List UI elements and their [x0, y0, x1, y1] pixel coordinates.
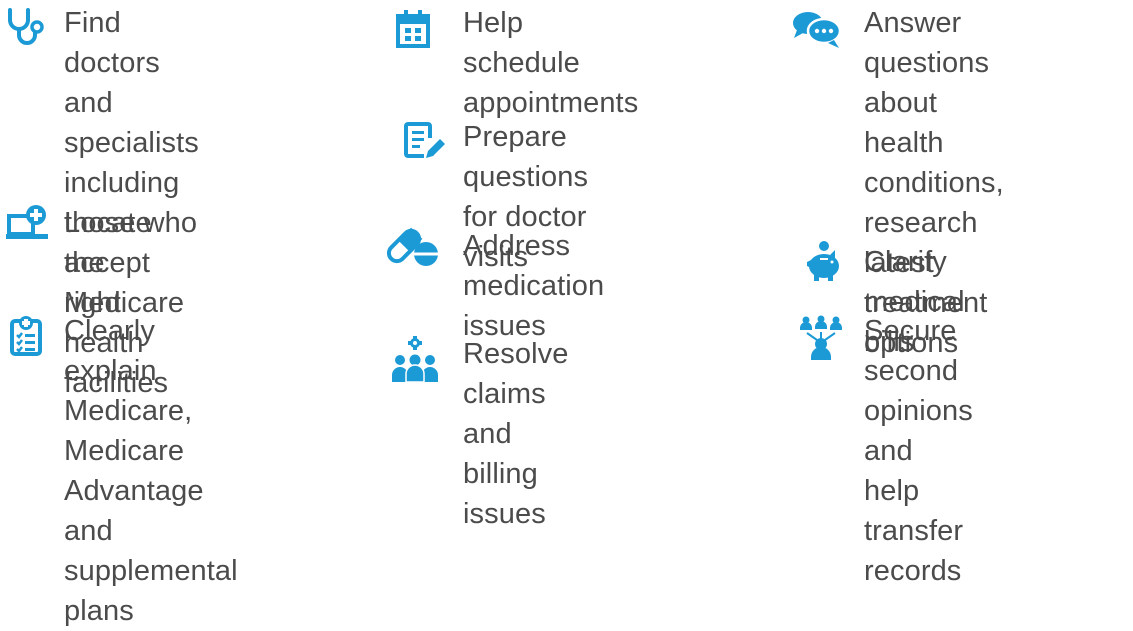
pills-icon: [386, 224, 440, 270]
service-label: Resolve claims and billing issues: [463, 338, 569, 530]
people-network-icon: [797, 314, 845, 362]
service-label: Address medication issues: [463, 230, 605, 342]
piggy-bank-icon: [800, 240, 844, 284]
chat-bubbles-icon: [792, 10, 842, 50]
notepad-pencil-icon: [402, 120, 446, 164]
clipboard-checklist-icon: [8, 314, 52, 358]
laptop-medical-icon: [6, 204, 50, 248]
service-label: Clearly explain Medicare, Medicare Advan…: [64, 315, 238, 627]
calendar-icon: [394, 8, 438, 52]
service-label: Help schedule appointments: [463, 7, 639, 119]
team-gear-icon: [391, 336, 439, 384]
service-label: Secure second opinions and help transfer…: [864, 315, 973, 587]
stethoscope-icon: [4, 6, 48, 50]
